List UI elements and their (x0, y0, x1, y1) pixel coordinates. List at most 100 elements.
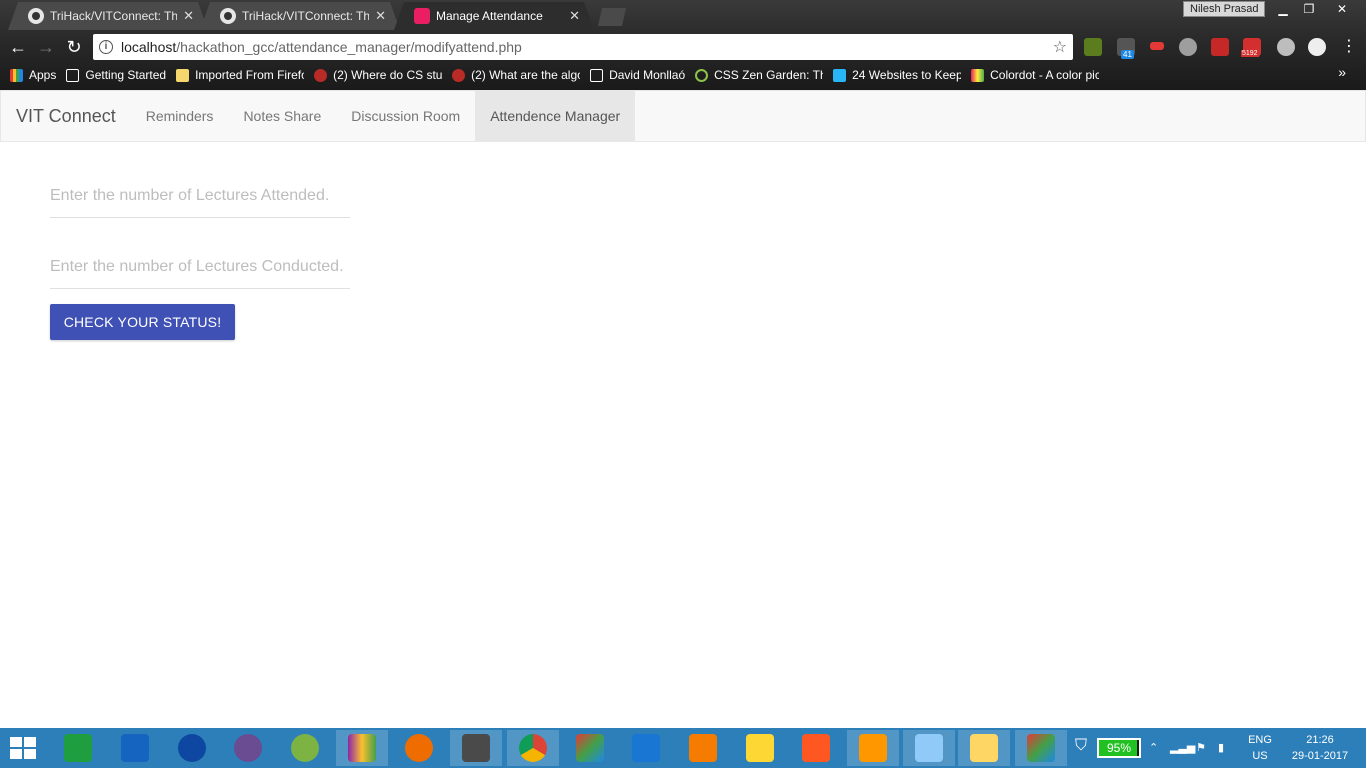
github-desktop-app[interactable] (222, 730, 274, 766)
tray-overflow-icon[interactable]: ⌃ (1149, 740, 1158, 756)
screenshot-icon (802, 734, 830, 762)
zen-icon (695, 68, 709, 82)
wifi-icon[interactable]: ▂▃▅ (1170, 740, 1195, 756)
tab-title: Manage Attendance (436, 9, 543, 23)
tab-trihack-2[interactable]: TriHack/VITConnect: This ✕ (200, 2, 400, 30)
bookmark-quora-1[interactable]: (2) Where do CS students (314, 68, 442, 82)
close-icon[interactable]: ✕ (569, 8, 580, 24)
info-icon[interactable]: i (99, 40, 113, 54)
github-icon (220, 8, 236, 24)
page-icon (66, 68, 80, 82)
bookmark-apps[interactable]: Apps (10, 68, 56, 82)
language-indicator[interactable]: ENG US (1240, 732, 1280, 764)
clock[interactable]: 21:26 29-01-2017 (1282, 732, 1358, 764)
share-icon (178, 734, 206, 762)
battery-indicator[interactable]: 95% (1097, 738, 1141, 758)
bookmark-label: Colordot - A color picker (990, 68, 1100, 82)
media-player-app[interactable] (677, 730, 729, 766)
record-extension-icon[interactable] (1150, 42, 1164, 50)
git-gui-app[interactable] (1015, 730, 1067, 766)
chrome-app[interactable] (507, 730, 559, 766)
reload-icon[interactable]: ↻ (63, 36, 85, 58)
sublime-icon (462, 734, 490, 762)
winrar-app[interactable] (336, 730, 388, 766)
menu-icon[interactable]: ⋮ (1338, 36, 1360, 58)
region-code: US (1252, 750, 1268, 762)
android-studio-app[interactable] (279, 730, 331, 766)
nav-reminders[interactable]: Reminders (131, 91, 229, 141)
powershell-icon (121, 734, 149, 762)
nav-notes-share[interactable]: Notes Share (228, 91, 336, 141)
start-button[interactable] (10, 737, 38, 761)
apps-grid-icon (10, 68, 23, 82)
minimize-icon[interactable]: ▁ (1270, 0, 1296, 18)
quora-icon (314, 68, 328, 82)
chrome-icon (519, 734, 547, 762)
volume-icon[interactable]: ▮ (1218, 740, 1224, 756)
restore-icon[interactable]: ❐ (1296, 0, 1322, 18)
tab-trihack-1[interactable]: TriHack/VITConnect: This ✕ (8, 2, 208, 30)
bookmark-getting-started[interactable]: Getting Started (66, 68, 166, 82)
sublime-app[interactable] (450, 730, 502, 766)
close-icon[interactable]: ✕ (375, 8, 386, 24)
store-app[interactable] (52, 730, 104, 766)
file-explorer-app[interactable] (958, 730, 1010, 766)
new-tab-button[interactable] (598, 8, 626, 26)
mail-badge: 5192 (1241, 50, 1259, 57)
check-status-button[interactable]: CHECK YOUR STATUS! (50, 304, 235, 340)
bookmark-label: Getting Started (85, 68, 167, 82)
forward-icon[interactable]: → (35, 36, 57, 58)
powershell-app[interactable] (109, 730, 161, 766)
bookmark-24-websites[interactable]: 24 Websites to Keep (833, 68, 961, 82)
close-icon[interactable]: ✕ (183, 8, 194, 24)
todo-extension-icon[interactable] (1084, 38, 1102, 56)
bookmark-quora-2[interactable]: (2) What are the algorithms (452, 68, 580, 82)
sticky-notes-app[interactable] (734, 730, 786, 766)
app-icon (414, 8, 430, 24)
bookmark-colordot[interactable]: Colordot - A color picker (971, 68, 1099, 82)
flag-icon[interactable]: ⚑ (1196, 740, 1206, 756)
notepad-icon (915, 734, 943, 762)
bookmark-imported-firefox[interactable]: Imported From Firefox (176, 68, 304, 82)
github-desktop-icon (234, 734, 262, 762)
sticky-notes-icon (746, 734, 774, 762)
bookmark-david-monllao[interactable]: David Monllaó (590, 68, 685, 82)
screenshot-app[interactable] (790, 730, 842, 766)
bookmark-label: (2) What are the algorithms (471, 68, 580, 82)
site-navbar: VIT Connect Reminders Notes Share Discus… (0, 90, 1366, 142)
nav-attendence-manager[interactable]: Attendence Manager (475, 91, 636, 141)
notepad-app[interactable] (903, 730, 955, 766)
calendar-extension-icon[interactable]: 41 (1117, 38, 1135, 59)
media-player-icon (689, 734, 717, 762)
close-window-icon[interactable]: ✕ (1326, 0, 1358, 18)
quora-icon (452, 68, 466, 82)
brand-link[interactable]: VIT Connect (1, 91, 131, 141)
extension-icon[interactable] (1308, 38, 1326, 56)
lightbulb-extension-icon[interactable] (1277, 38, 1295, 56)
url-host: localhost (121, 39, 177, 55)
bookmarks-bar: Apps Getting Started Imported From Firef… (0, 64, 1366, 86)
pdf-icon (859, 734, 887, 762)
foxit-pdf-app[interactable] (847, 730, 899, 766)
mail-extension-icon[interactable]: 5192 (1241, 38, 1261, 57)
address-bar[interactable]: i localhost/hackathon_gcc/attendance_man… (93, 34, 1073, 60)
bookmark-label: Apps (29, 68, 57, 82)
bookmark-css-zen-garden[interactable]: CSS Zen Garden: The (695, 68, 823, 82)
firefox-app[interactable] (393, 730, 445, 766)
defender-icon[interactable]: ⛉ (1075, 738, 1087, 754)
lectures-conducted-input[interactable] (50, 245, 350, 289)
back-icon[interactable]: ← (7, 36, 29, 58)
folder-icon (970, 734, 998, 762)
bookmark-star-icon[interactable]: ☆ (1053, 37, 1067, 57)
lectures-attended-input[interactable] (50, 174, 350, 218)
ghostery-extension-icon[interactable] (1179, 38, 1197, 56)
git-app[interactable] (564, 730, 616, 766)
bookmark-label: CSS Zen Garden: The (714, 68, 824, 82)
nav-discussion-room[interactable]: Discussion Room (336, 91, 475, 141)
share-app[interactable] (166, 730, 218, 766)
bookmarks-overflow-icon[interactable]: » (1338, 64, 1346, 80)
tab-manage-attendance[interactable]: Manage Attendance ✕ (394, 2, 594, 30)
virtualbox-app[interactable] (620, 730, 672, 766)
t-extension-icon[interactable] (1211, 38, 1229, 56)
profile-button[interactable]: Nilesh Prasad (1183, 1, 1266, 17)
